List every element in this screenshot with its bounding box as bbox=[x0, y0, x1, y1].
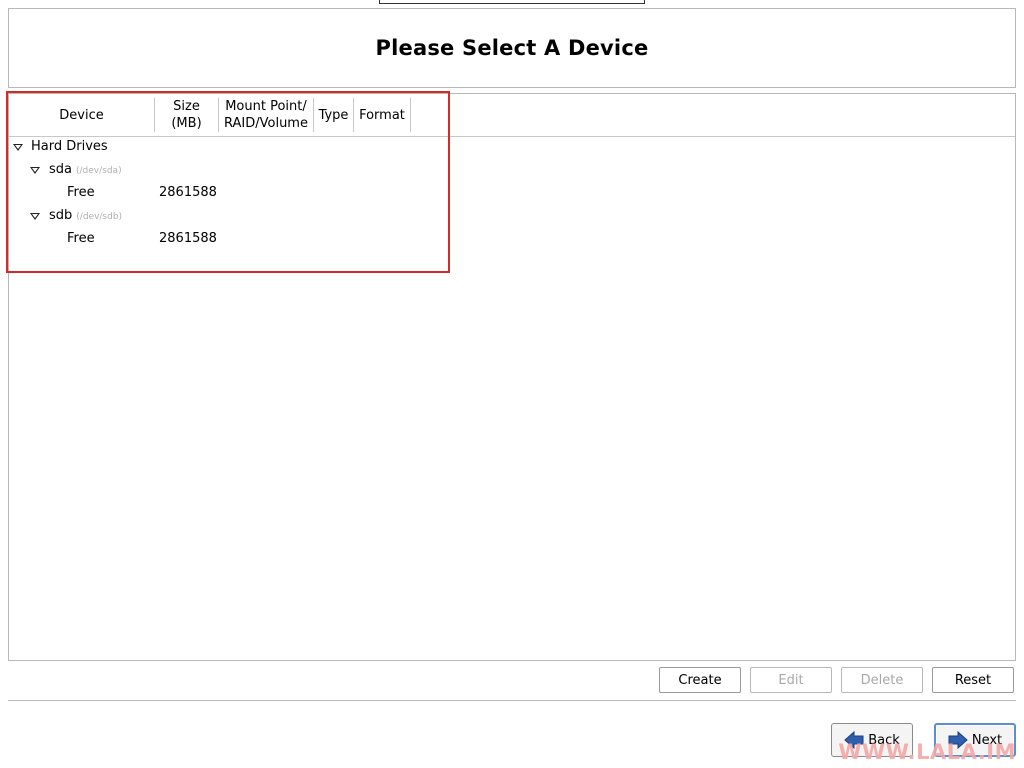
reset-button[interactable]: Reset bbox=[932, 667, 1014, 693]
partition-name: Free bbox=[67, 185, 95, 200]
triangle-down-icon[interactable] bbox=[30, 213, 40, 220]
tree-row-hard-drives[interactable]: Hard Drives bbox=[9, 136, 1015, 158]
edit-button[interactable]: Edit bbox=[750, 667, 832, 693]
device-tree[interactable]: Device Size (MB) Mount Point/ RAID/Volum… bbox=[8, 93, 1016, 661]
partition-name: Free bbox=[67, 231, 95, 246]
disk-path: (/dev/sdb) bbox=[76, 212, 123, 222]
disk-name: sdb bbox=[49, 208, 73, 223]
column-format[interactable]: Format bbox=[354, 98, 410, 132]
column-separator[interactable] bbox=[410, 98, 411, 132]
delete-button[interactable]: Delete bbox=[841, 667, 923, 693]
top-tab bbox=[379, 0, 645, 4]
column-device[interactable]: Device bbox=[9, 98, 154, 132]
partition-size: 2861588 bbox=[159, 185, 217, 200]
page-title: Please Select A Device bbox=[375, 36, 649, 60]
triangle-down-icon[interactable] bbox=[30, 167, 40, 174]
column-type[interactable]: Type bbox=[314, 98, 353, 132]
tree-row-free-sda[interactable]: Free 2861588 bbox=[9, 182, 1015, 204]
title-panel: Please Select A Device bbox=[8, 8, 1016, 88]
disk-path: (/dev/sda) bbox=[76, 166, 122, 176]
column-mount-point[interactable]: Mount Point/ RAID/Volume bbox=[219, 98, 313, 132]
tree-row-disk-sdb[interactable]: sdb (/dev/sdb) bbox=[9, 205, 1015, 227]
partition-size: 2861588 bbox=[159, 231, 217, 246]
triangle-down-icon[interactable] bbox=[13, 144, 23, 151]
column-size[interactable]: Size (MB) bbox=[155, 98, 218, 132]
watermark: WWW.LALA.IM bbox=[838, 740, 1016, 764]
disk-name: sda bbox=[49, 162, 72, 177]
create-button[interactable]: Create bbox=[659, 667, 741, 693]
installer-window: Please Select A Device Device Size (MB) … bbox=[0, 0, 1024, 768]
tree-row-disk-sda[interactable]: sda (/dev/sda) bbox=[9, 159, 1015, 181]
divider bbox=[8, 700, 1016, 701]
tree-row-free-sdb[interactable]: Free 2861588 bbox=[9, 228, 1015, 250]
tree-header: Device Size (MB) Mount Point/ RAID/Volum… bbox=[9, 94, 1015, 137]
